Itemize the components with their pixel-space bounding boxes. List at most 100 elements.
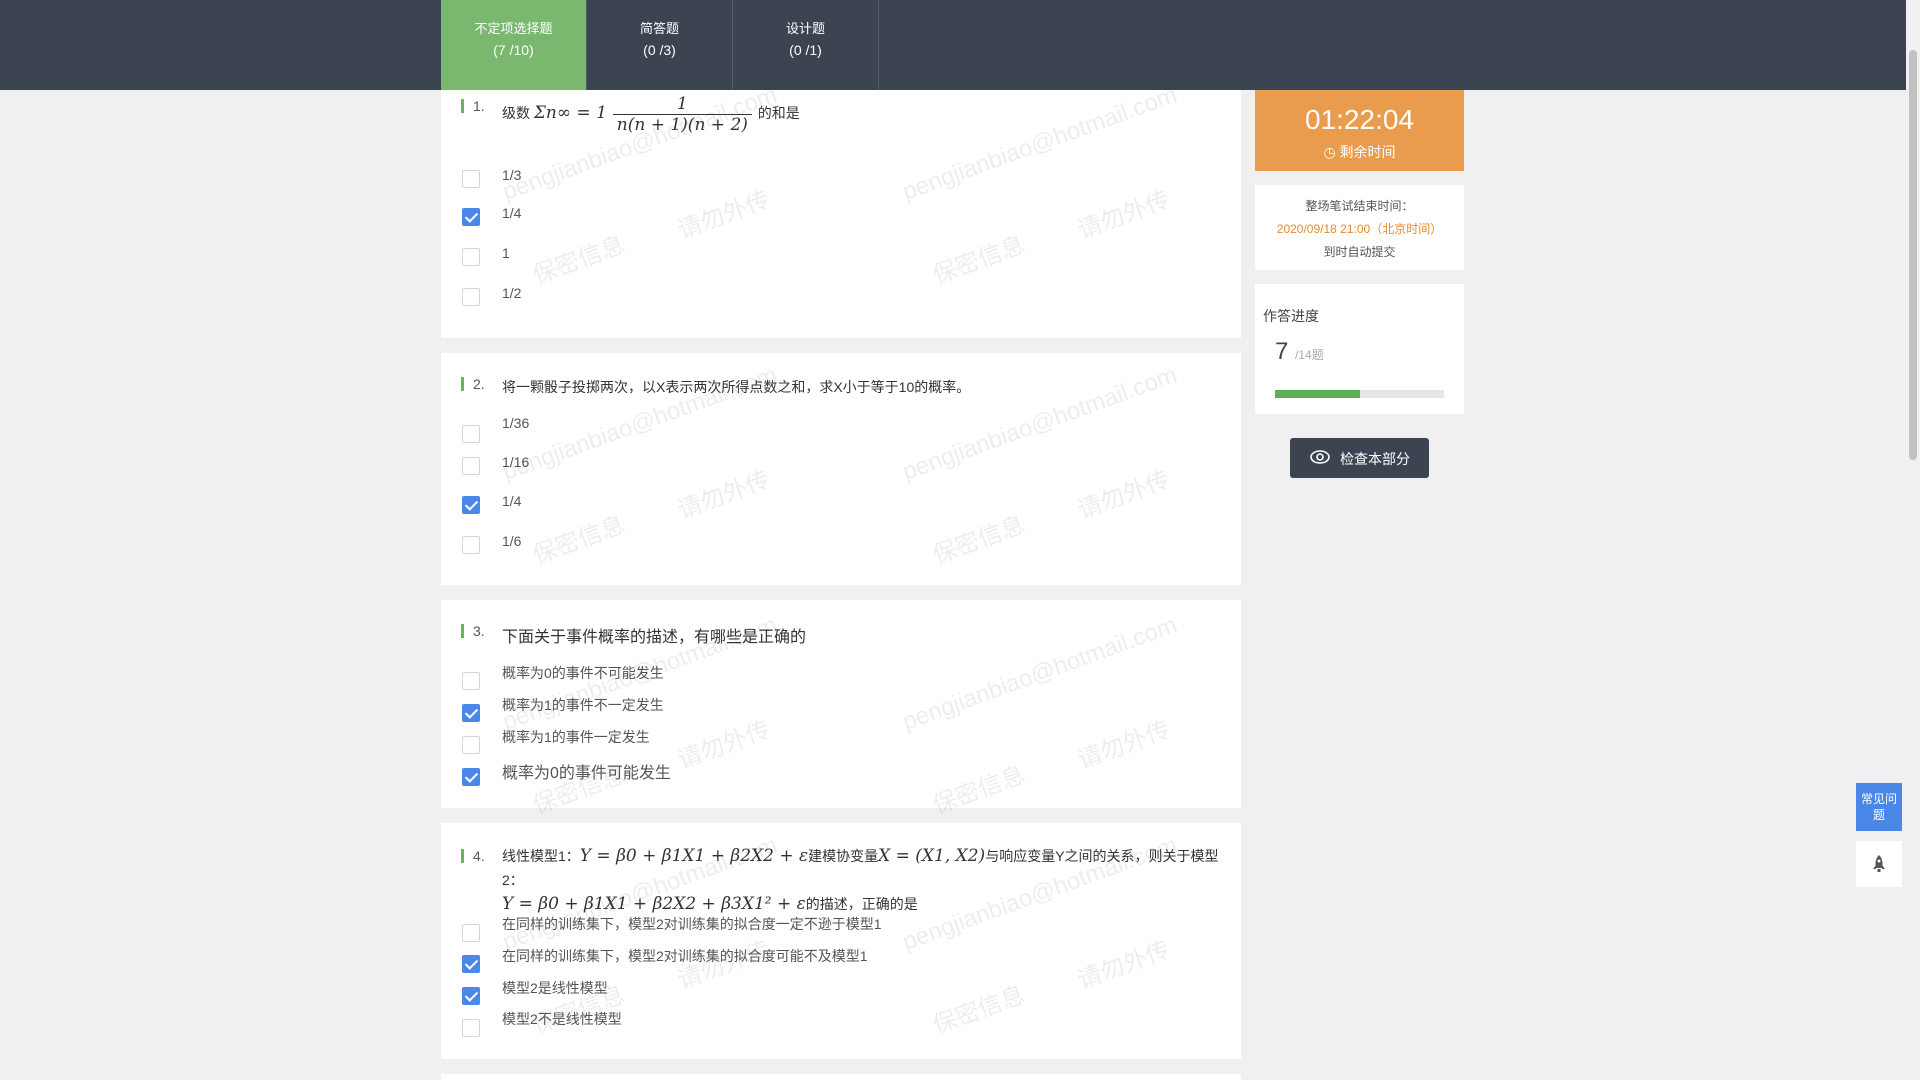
progress-panel: 作答进度 7 /14题 bbox=[1255, 284, 1464, 414]
question-number: 1. bbox=[461, 98, 485, 114]
total-count: /14题 bbox=[1295, 348, 1324, 362]
end-time-value: 2020/09/18 21:00（北京时间） bbox=[1276, 222, 1443, 236]
progress-title: 作答进度 bbox=[1263, 308, 1319, 324]
question-stem: 线性模型1：Y = β0 + β1X1 + β2X2 + ε建模协变量X = (… bbox=[502, 844, 1232, 916]
question-number: 2. bbox=[461, 376, 485, 392]
timer-label-row: ◷ 剩余时间 bbox=[1255, 142, 1464, 162]
question-card-3: 3. 下面关于事件概率的描述，有哪些是正确的 概率为0的事件不可能发生 概率为1… bbox=[441, 600, 1241, 808]
stem-math: Y = β0 + β1X1 + β2X2 + ε bbox=[579, 846, 809, 866]
option-text: 在同样的训练集下，模型2对训练集的拟合度可能不及模型1 bbox=[502, 948, 868, 964]
question-stem: 将一颗骰子投掷两次，以X表示两次所得点数之和，求X小于等于10的概率。 bbox=[502, 379, 971, 395]
progress-bar-fill bbox=[1275, 390, 1360, 398]
question-number: 4. bbox=[461, 848, 485, 864]
progress-count: 7 /14题 bbox=[1275, 338, 1324, 366]
tab-count: (0 /1) bbox=[789, 42, 822, 58]
option-text: 概率为1的事件不一定发生 bbox=[502, 697, 664, 713]
option-text: 1/3 bbox=[502, 167, 522, 183]
fraction-denominator: n(n + 1)(n + 2) bbox=[616, 115, 748, 135]
option-row[interactable]: 1/16 bbox=[462, 454, 1162, 479]
option-row[interactable]: 概率为1的事件一定发生 bbox=[462, 729, 1162, 758]
page-scrollbar[interactable] bbox=[1906, 0, 1920, 1080]
question-card-5 bbox=[441, 1074, 1241, 1080]
option-row[interactable]: 1/6 bbox=[462, 533, 1162, 558]
option-checkbox[interactable] bbox=[462, 170, 480, 188]
option-checkbox[interactable] bbox=[462, 288, 480, 306]
question-card-4: 4. 线性模型1：Y = β0 + β1X1 + β2X2 + ε建模协变量X … bbox=[441, 823, 1241, 1059]
option-text: 1/4 bbox=[502, 205, 522, 221]
option-text: 1 bbox=[502, 245, 510, 261]
option-checkbox[interactable] bbox=[462, 704, 480, 722]
tab-count: (0 /3) bbox=[643, 42, 676, 58]
option-checkbox[interactable] bbox=[462, 208, 480, 226]
tab-label: 简答题 bbox=[639, 21, 679, 36]
option-checkbox[interactable] bbox=[462, 457, 480, 475]
option-checkbox[interactable] bbox=[462, 425, 480, 443]
back-to-top-button[interactable] bbox=[1856, 841, 1902, 887]
option-text: 1/2 bbox=[502, 285, 522, 301]
option-text: 模型2不是线性模型 bbox=[502, 1011, 622, 1027]
check-section-label: 检查本部分 bbox=[1340, 451, 1410, 467]
option-checkbox[interactable] bbox=[462, 672, 480, 690]
option-checkbox[interactable] bbox=[462, 924, 480, 942]
tab-design[interactable]: 设计题 (0 /1) bbox=[733, 0, 879, 90]
option-row[interactable]: 1 bbox=[462, 245, 1162, 270]
tab-short-answer[interactable]: 简答题 (0 /3) bbox=[587, 0, 733, 90]
option-checkbox[interactable] bbox=[462, 955, 480, 973]
stem-part: 建模协变量 bbox=[808, 848, 879, 864]
tab-count: (7 /10) bbox=[493, 42, 534, 58]
stem-suffix: 的和是 bbox=[757, 105, 800, 122]
option-row[interactable]: 概率为1的事件不一定发生 bbox=[462, 697, 1162, 726]
stem-part: 线性模型1： bbox=[502, 848, 580, 864]
option-text: 概率为0的事件可能发生 bbox=[502, 765, 671, 782]
progress-bar bbox=[1275, 390, 1444, 398]
option-row[interactable]: 1/4 bbox=[462, 493, 1162, 518]
question-stem: 下面关于事件概率的描述，有哪些是正确的 bbox=[502, 627, 807, 646]
timer-label: 剩余时间 bbox=[1339, 144, 1396, 160]
option-text: 1/36 bbox=[502, 415, 530, 431]
option-checkbox[interactable] bbox=[462, 496, 480, 514]
top-nav-bar: 不定项选择题 (7 /10) 简答题 (0 /3) 设计题 (0 /1) bbox=[0, 0, 1906, 90]
option-row[interactable]: 在同样的训练集下，模型2对训练集的拟合度一定不逊于模型1 bbox=[462, 916, 1162, 946]
option-row[interactable]: 模型2不是线性模型 bbox=[462, 1011, 1162, 1041]
option-checkbox[interactable] bbox=[462, 736, 480, 754]
auto-submit-note: 到时自动提交 bbox=[1323, 245, 1396, 259]
end-time-panel: 整场笔试结束时间： 2020/09/18 21:00（北京时间） 到时自动提交 bbox=[1255, 185, 1464, 270]
tab-multiple-choice[interactable]: 不定项选择题 (7 /10) bbox=[441, 0, 587, 90]
option-checkbox[interactable] bbox=[462, 987, 480, 1005]
option-text: 1/16 bbox=[502, 454, 530, 470]
tab-label: 设计题 bbox=[785, 21, 825, 36]
option-row[interactable]: 1/2 bbox=[462, 285, 1162, 310]
option-checkbox[interactable] bbox=[462, 1019, 480, 1037]
stem-math: X = (X1, X2) bbox=[878, 846, 986, 866]
stem-part: 的描述，正确的是 bbox=[805, 896, 918, 912]
faq-label: 常见问题 bbox=[1860, 792, 1897, 822]
option-text: 1/4 bbox=[502, 493, 522, 509]
question-stem: 级数 Σn∞ = 1 1 n(n + 1)(n + 2) 的和是 bbox=[502, 94, 800, 135]
check-section-button[interactable]: 检查本部分 bbox=[1290, 438, 1429, 478]
option-text: 在同样的训练集下，模型2对训练集的拟合度一定不逊于模型1 bbox=[502, 916, 882, 932]
scrollbar-thumb[interactable] bbox=[1909, 50, 1917, 460]
timer-value: 01:22:04 bbox=[1305, 104, 1414, 135]
option-text: 概率为0的事件不可能发生 bbox=[502, 665, 664, 681]
option-checkbox[interactable] bbox=[462, 248, 480, 266]
option-row[interactable]: 模型2是线性模型 bbox=[462, 980, 1162, 1009]
option-row[interactable]: 在同样的训练集下，模型2对训练集的拟合度可能不及模型1 bbox=[462, 948, 1162, 977]
option-row[interactable]: 概率为0的事件可能发生 bbox=[462, 765, 1162, 790]
option-checkbox[interactable] bbox=[462, 768, 480, 786]
stem-math: Y = β0 + β1X1 + β2X2 + β3X1² + ε bbox=[502, 894, 806, 914]
option-text: 模型2是线性模型 bbox=[502, 980, 608, 996]
answered-count: 7 bbox=[1275, 338, 1289, 365]
option-text: 概率为1的事件一定发生 bbox=[502, 729, 650, 745]
stem-fraction: 1 n(n + 1)(n + 2) bbox=[612, 94, 752, 135]
end-time-title: 整场笔试结束时间： bbox=[1305, 199, 1414, 213]
option-checkbox[interactable] bbox=[462, 536, 480, 554]
option-row[interactable]: 概率为0的事件不可能发生 bbox=[462, 665, 1162, 694]
question-card-2: 2. 将一颗骰子投掷两次，以X表示两次所得点数之和，求X小于等于10的概率。 1… bbox=[441, 353, 1241, 585]
countdown-timer: 01:22:04 ◷ 剩余时间 bbox=[1255, 90, 1464, 171]
stem-math: Σn∞ = 1 bbox=[533, 103, 607, 124]
option-row[interactable]: 1/4 bbox=[462, 205, 1162, 230]
option-row[interactable]: 1/36 bbox=[462, 415, 1162, 447]
fraction-numerator: 1 bbox=[612, 94, 752, 115]
faq-button[interactable]: 常见问题 bbox=[1856, 783, 1902, 831]
option-row[interactable]: 1/3 bbox=[462, 167, 1162, 192]
